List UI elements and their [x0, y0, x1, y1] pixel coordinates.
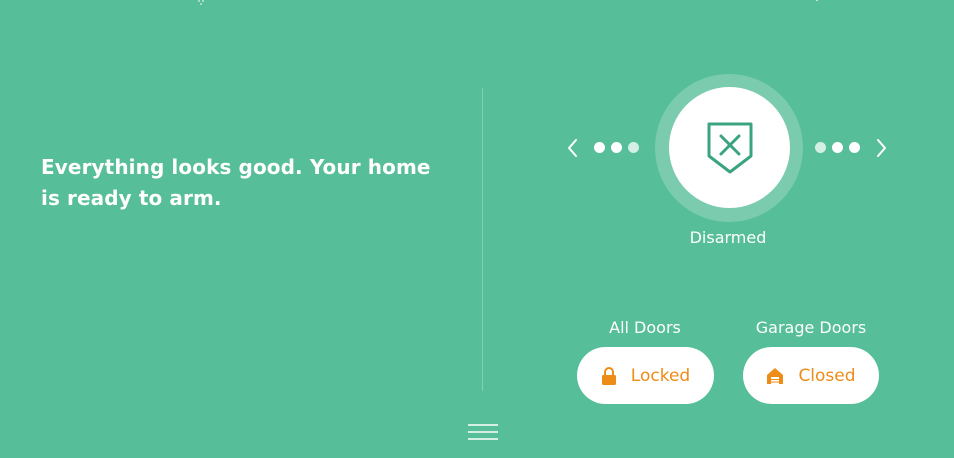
all-doors-label: All Doors	[609, 318, 681, 337]
hamburger-menu-icon[interactable]	[468, 423, 498, 441]
status-message: Everything looks good. Your home is read…	[41, 155, 431, 210]
carousel-dot	[594, 142, 605, 153]
all-doors-button[interactable]: Locked	[577, 347, 714, 404]
partial-top-icon	[198, 0, 204, 5]
carousel-dots-left	[594, 142, 639, 154]
carousel-dot	[628, 142, 639, 153]
carousel-dot	[611, 142, 622, 153]
chevron-left-icon[interactable]	[566, 137, 580, 159]
chevron-right-icon[interactable]	[874, 137, 888, 159]
carousel-dot	[832, 142, 843, 153]
carousel-dot	[815, 142, 826, 153]
disarmed-mode-button[interactable]	[669, 87, 790, 208]
garage-doors-label: Garage Doors	[755, 318, 867, 337]
carousel-dots-right	[815, 142, 860, 154]
mode-label: Disarmed	[689, 228, 767, 247]
padlock-icon	[601, 366, 616, 385]
partial-top-icon	[815, 0, 819, 2]
garage-doors-state: Closed	[798, 365, 856, 386]
garage-doors-button[interactable]: Closed	[743, 347, 879, 404]
vertical-divider	[482, 88, 483, 391]
all-doors-state: Locked	[630, 365, 691, 386]
garage-icon	[767, 367, 784, 384]
shield-x-icon	[707, 122, 752, 173]
carousel-dot	[849, 142, 860, 153]
